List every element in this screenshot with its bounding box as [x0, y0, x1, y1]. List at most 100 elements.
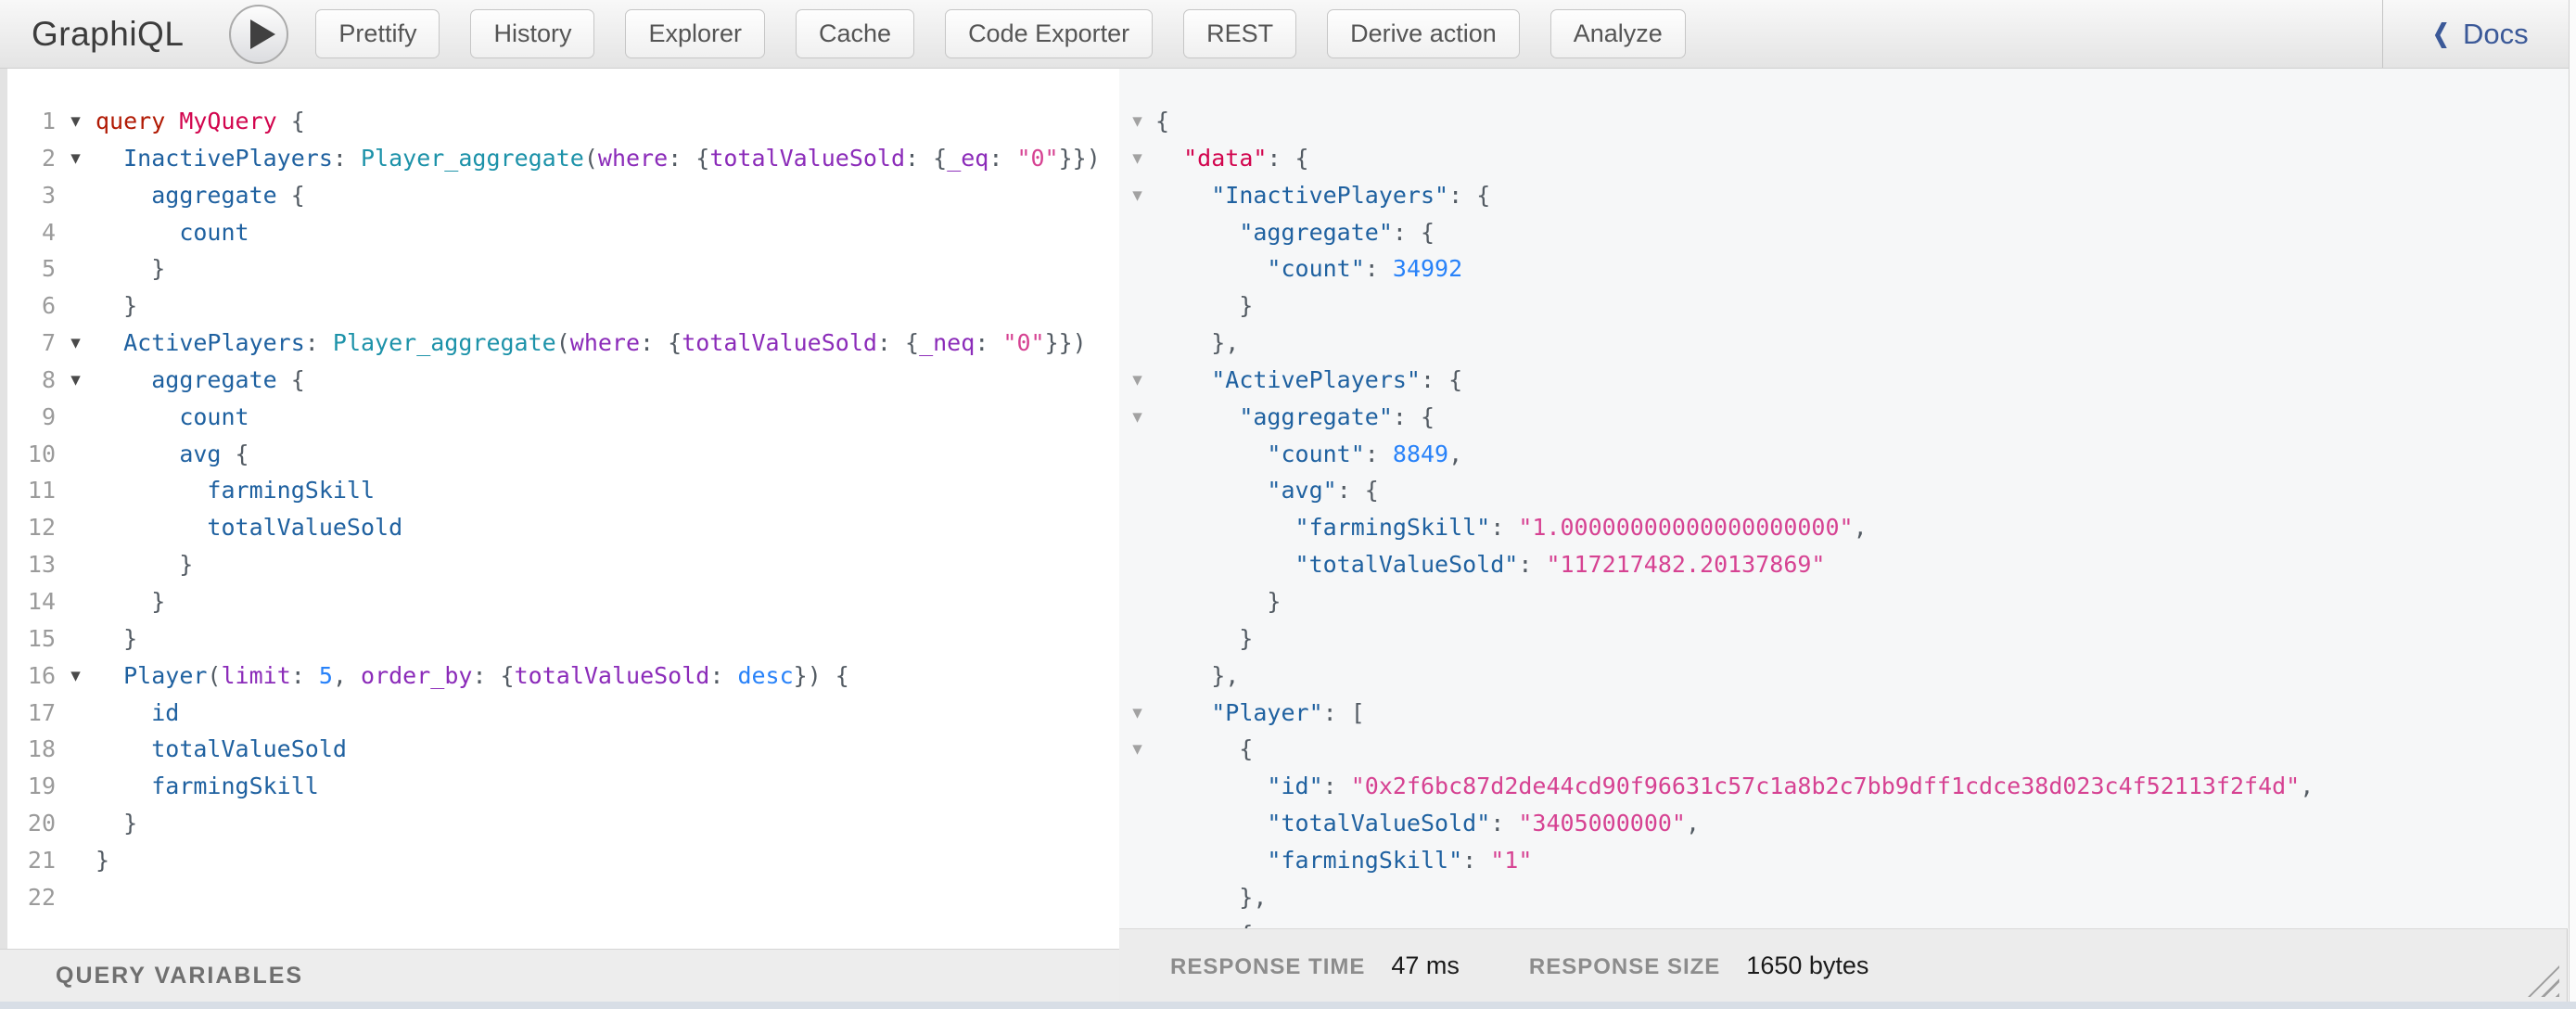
response-line: ▾ "aggregate": {: [1119, 399, 2569, 436]
code-text: }: [96, 842, 1119, 879]
line-number: 11: [0, 472, 56, 509]
line-number: 17: [0, 695, 56, 732]
response-viewer-lines: ▾{▾ "data": {▾ "InactivePlayers": { "agg…: [1119, 103, 2569, 928]
query-line: 11 farmingSkill: [0, 472, 1119, 509]
toolbar-button-rest[interactable]: REST: [1183, 9, 1296, 58]
fold-gutter-empty: [56, 399, 96, 436]
fold-gutter-empty: [56, 436, 96, 473]
fold-arrow-icon[interactable]: ▾: [1119, 916, 1155, 928]
play-icon: [250, 19, 275, 49]
code-text: "count": 8849,: [1155, 436, 2569, 473]
code-text: "totalValueSold": "3405000000",: [1155, 805, 2569, 842]
toolbar-button-cache[interactable]: Cache: [796, 9, 914, 58]
fold-gutter-empty: [56, 842, 96, 879]
query-line: 4 count: [0, 214, 1119, 251]
code-text: {: [1155, 731, 2569, 768]
fold-gutter-empty: [1119, 509, 1155, 546]
response-line: ▾ {: [1119, 916, 2569, 928]
line-number: 10: [0, 436, 56, 473]
code-text: }: [96, 546, 1119, 583]
line-number: 21: [0, 842, 56, 879]
execute-query-button[interactable]: [229, 5, 288, 64]
query-line: 22: [0, 879, 1119, 916]
code-text: "aggregate": {: [1155, 399, 2569, 436]
code-text: "farmingSkill": "1": [1155, 842, 2569, 879]
code-text: "count": 34992: [1155, 250, 2569, 287]
fold-arrow-icon[interactable]: ▾: [1119, 140, 1155, 177]
query-line: 10 avg {: [0, 436, 1119, 473]
docs-link[interactable]: ❮ Docs: [2383, 18, 2576, 51]
query-line: 14 }: [0, 583, 1119, 620]
code-text: [96, 879, 1119, 916]
fold-arrow-icon[interactable]: ▾: [1119, 177, 1155, 214]
response-line: "id": "0x2f6bc87d2de44cd90f96631c57c1a8b…: [1119, 768, 2569, 805]
fold-arrow-icon[interactable]: ▾: [1119, 695, 1155, 732]
fold-arrow-icon[interactable]: ▾: [1119, 362, 1155, 399]
code-text: }: [96, 805, 1119, 842]
code-text: "totalValueSold": "117217482.20137869": [1155, 546, 2569, 583]
query-line: 2▾ InactivePlayers: Player_aggregate(whe…: [0, 140, 1119, 177]
fold-gutter-empty: [1119, 325, 1155, 362]
fold-arrow-icon[interactable]: ▾: [56, 103, 96, 140]
response-line: },: [1119, 879, 2569, 916]
response-line: ▾ "ActivePlayers": {: [1119, 362, 2569, 399]
fold-gutter-empty: [56, 214, 96, 251]
query-line: 21}: [0, 842, 1119, 879]
fold-gutter-empty: [56, 177, 96, 214]
fold-arrow-icon[interactable]: ▾: [56, 325, 96, 362]
code-text: "ActivePlayers": {: [1155, 362, 2569, 399]
fold-gutter-empty: [1119, 214, 1155, 251]
line-number: 19: [0, 768, 56, 805]
response-time-value: 47 ms: [1391, 952, 1460, 980]
toolbar-button-prettify[interactable]: Prettify: [315, 9, 440, 58]
toolbar-button-explorer[interactable]: Explorer: [625, 9, 765, 58]
toolbar-button-derive-action[interactable]: Derive action: [1327, 9, 1520, 58]
response-size-value: 1650 bytes: [1746, 952, 1868, 980]
line-number: 20: [0, 805, 56, 842]
fold-arrow-icon[interactable]: ▾: [1119, 399, 1155, 436]
resize-grip-icon[interactable]: [2528, 965, 2559, 997]
response-line: "farmingSkill": "1.00000000000000000000"…: [1119, 509, 2569, 546]
code-text: "avg": {: [1155, 472, 2569, 509]
fold-arrow-icon[interactable]: ▾: [56, 140, 96, 177]
response-line: ▾ "Player": [: [1119, 695, 2569, 732]
code-text: farmingSkill: [96, 472, 1119, 509]
fold-gutter-empty: [56, 731, 96, 768]
fold-gutter-empty: [1119, 620, 1155, 658]
fold-arrow-icon[interactable]: ▾: [1119, 731, 1155, 768]
query-variables-bar[interactable]: QUERY VARIABLES: [0, 949, 1119, 1002]
response-time-label: RESPONSE TIME: [1170, 954, 1365, 980]
code-text: ActivePlayers: Player_aggregate(where: {…: [96, 325, 1119, 362]
line-number: 15: [0, 620, 56, 658]
fold-arrow-icon[interactable]: ▾: [56, 658, 96, 695]
code-text: "id": "0x2f6bc87d2de44cd90f96631c57c1a8b…: [1155, 768, 2569, 805]
query-editor[interactable]: 1▾query MyQuery {2▾ InactivePlayers: Pla…: [0, 69, 1119, 949]
docs-label: Docs: [2463, 18, 2529, 51]
query-line: 9 count: [0, 399, 1119, 436]
fold-arrow-icon[interactable]: ▾: [1119, 103, 1155, 140]
fold-gutter-empty: [56, 546, 96, 583]
toolbar-button-analyze[interactable]: Analyze: [1550, 9, 1686, 58]
line-number: 16: [0, 658, 56, 695]
code-text: },: [1155, 658, 2569, 695]
code-text: }: [1155, 583, 2569, 620]
response-line: }: [1119, 583, 2569, 620]
code-text: totalValueSold: [96, 509, 1119, 546]
fold-arrow-icon[interactable]: ▾: [56, 362, 96, 399]
fold-gutter-empty: [1119, 546, 1155, 583]
line-number: 7: [0, 325, 56, 362]
response-time-group: RESPONSE TIME 47 ms: [1170, 952, 1460, 980]
fold-gutter-empty: [1119, 842, 1155, 879]
code-text: },: [1155, 879, 2569, 916]
toolbar-button-history[interactable]: History: [470, 9, 594, 58]
toolbar-button-code-exporter[interactable]: Code Exporter: [945, 9, 1153, 58]
query-line: 8▾ aggregate {: [0, 362, 1119, 399]
response-line: }: [1119, 287, 2569, 325]
response-line: "count": 8849,: [1119, 436, 2569, 473]
fold-gutter-empty: [1119, 472, 1155, 509]
fold-gutter-empty: [1119, 436, 1155, 473]
query-line: 17 id: [0, 695, 1119, 732]
query-line: 19 farmingSkill: [0, 768, 1119, 805]
line-number: 2: [0, 140, 56, 177]
line-number: 5: [0, 250, 56, 287]
